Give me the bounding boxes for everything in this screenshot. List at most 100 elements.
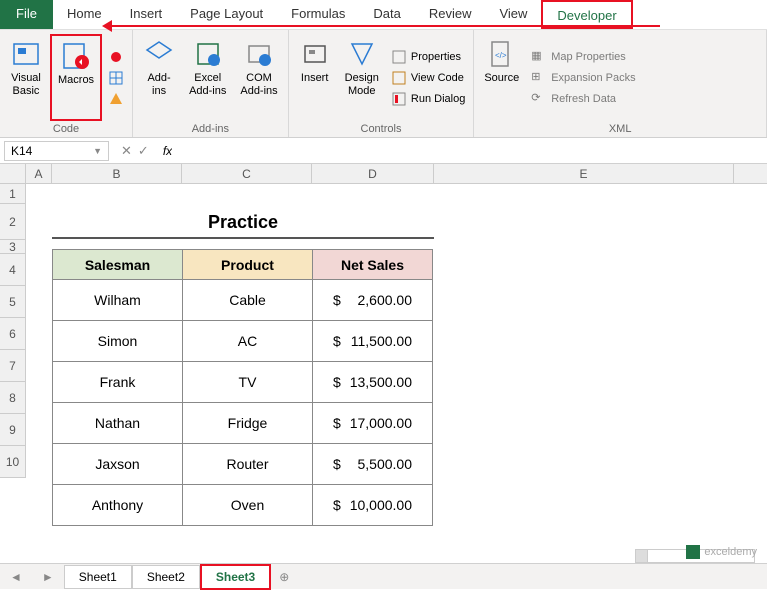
record-icon [108, 49, 124, 65]
refresh-data-button: ⟳Refresh Data [527, 89, 639, 109]
table-header-row: Salesman Product Net Sales [53, 250, 433, 280]
col-header-e[interactable]: E [434, 164, 734, 183]
col-header-b[interactable]: B [52, 164, 182, 183]
row-headers: 12345678910 [0, 184, 26, 478]
row-header-6[interactable]: 6 [0, 318, 26, 350]
view-code-button[interactable]: View Code [387, 68, 469, 88]
col-header-a[interactable]: A [26, 164, 52, 183]
sheet-tab-3[interactable]: Sheet3 [200, 564, 271, 590]
sheet-tab-1[interactable]: Sheet1 [64, 565, 132, 589]
tab-file[interactable]: File [0, 0, 53, 29]
header-product: Product [183, 250, 313, 280]
cell-product[interactable]: Fridge [183, 403, 313, 444]
addins-icon [143, 38, 175, 70]
expansion-packs-button[interactable]: ⊞Expansion Packs [527, 68, 639, 88]
design-mode-button[interactable]: Design Mode [339, 34, 385, 121]
insert-button[interactable]: Insert [293, 34, 337, 121]
macros-label: Macros [58, 74, 94, 87]
source-icon: </> [486, 38, 518, 70]
row-header-2[interactable]: 2 [0, 204, 26, 240]
macros-button[interactable]: Macros [50, 34, 102, 121]
row-header-7[interactable]: 7 [0, 350, 26, 382]
cell-product[interactable]: Oven [183, 485, 313, 526]
watermark: exceldemy [686, 545, 757, 559]
svg-text:</>: </> [495, 51, 507, 60]
code-small-buttons [104, 34, 128, 121]
com-addins-icon [243, 38, 275, 70]
properties-icon [391, 49, 407, 65]
table-row: WilhamCable$2,600.00 [53, 280, 433, 321]
row-header-5[interactable]: 5 [0, 286, 26, 318]
sheet-nav-prev[interactable]: ◄ [0, 570, 32, 584]
cells-area[interactable]: Practice Salesman Product Net Sales Wilh… [26, 184, 767, 478]
sheet-nav-next[interactable]: ► [32, 570, 64, 584]
com-addins-button[interactable]: COM Add-ins [234, 34, 283, 121]
macro-security-button[interactable] [104, 89, 128, 109]
cell-product[interactable]: Router [183, 444, 313, 485]
insert-controls-icon [299, 38, 331, 70]
cell-salesman[interactable]: Jaxson [53, 444, 183, 485]
excel-addins-label: Excel Add-ins [189, 72, 226, 98]
header-salesman: Salesman [53, 250, 183, 280]
cancel-formula-button[interactable]: ✕ [121, 143, 132, 159]
ribbon: Visual Basic Macros Code Add- ins Excel … [0, 30, 767, 138]
row-header-10[interactable]: 10 [0, 446, 26, 478]
table-row: NathanFridge$17,000.00 [53, 403, 433, 444]
select-all-corner[interactable] [0, 164, 26, 183]
cell-net-sales[interactable]: $13,500.00 [313, 362, 433, 403]
cell-net-sales[interactable]: $11,500.00 [313, 321, 433, 362]
cell-product[interactable]: Cable [183, 280, 313, 321]
cell-net-sales[interactable]: $17,000.00 [313, 403, 433, 444]
ribbon-group-controls: Insert Design Mode Properties View Code … [289, 30, 475, 137]
excel-addins-button[interactable]: Excel Add-ins [183, 34, 232, 121]
cell-salesman[interactable]: Simon [53, 321, 183, 362]
use-relative-button[interactable] [104, 68, 128, 88]
cell-salesman[interactable]: Anthony [53, 485, 183, 526]
map-properties-button: ▦Map Properties [527, 47, 639, 67]
grid-body: 12345678910 Practice Salesman Product Ne… [0, 184, 767, 478]
addins-button[interactable]: Add- ins [137, 34, 181, 121]
practice-table-wrap: Practice Salesman Product Net Sales Wilh… [52, 212, 434, 526]
com-addins-label: COM Add-ins [240, 72, 277, 98]
chevron-down-icon: ▼ [93, 146, 102, 156]
cell-salesman[interactable]: Frank [53, 362, 183, 403]
refresh-icon: ⟳ [531, 91, 547, 107]
col-header-c[interactable]: C [182, 164, 312, 183]
group-label-code: Code [4, 121, 128, 135]
insert-label: Insert [301, 72, 329, 85]
practice-title: Practice [52, 212, 434, 239]
formula-input[interactable] [172, 144, 767, 158]
accept-formula-button[interactable]: ✓ [138, 143, 149, 159]
source-label: Source [484, 72, 519, 85]
warning-icon [108, 91, 124, 107]
sheet-add-button[interactable]: ⊕ [271, 570, 297, 584]
row-header-8[interactable]: 8 [0, 382, 26, 414]
addins-label: Add- ins [147, 72, 170, 98]
name-box[interactable]: K14 ▼ [4, 141, 109, 161]
ribbon-group-addins: Add- ins Excel Add-ins COM Add-ins Add-i… [133, 30, 289, 137]
properties-button[interactable]: Properties [387, 47, 469, 67]
ribbon-group-xml: </> Source ▦Map Properties ⊞Expansion Pa… [474, 30, 767, 137]
cell-net-sales[interactable]: $5,500.00 [313, 444, 433, 485]
row-header-3[interactable]: 3 [0, 240, 26, 254]
sheet-tab-2[interactable]: Sheet2 [132, 565, 200, 589]
col-header-d[interactable]: D [312, 164, 434, 183]
ribbon-group-code: Visual Basic Macros Code [0, 30, 133, 137]
cell-salesman[interactable]: Nathan [53, 403, 183, 444]
row-header-4[interactable]: 4 [0, 254, 26, 286]
fx-icon[interactable]: fx [163, 144, 172, 158]
group-label-xml: XML [478, 121, 762, 135]
cell-salesman[interactable]: Wilham [53, 280, 183, 321]
cell-product[interactable]: TV [183, 362, 313, 403]
group-label-controls: Controls [293, 121, 470, 135]
source-button[interactable]: </> Source [478, 34, 525, 121]
cell-product[interactable]: AC [183, 321, 313, 362]
cell-net-sales[interactable]: $2,600.00 [313, 280, 433, 321]
expansion-packs-icon: ⊞ [531, 70, 547, 86]
visual-basic-button[interactable]: Visual Basic [4, 34, 48, 121]
run-dialog-button[interactable]: Run Dialog [387, 89, 469, 109]
row-header-9[interactable]: 9 [0, 414, 26, 446]
row-header-1[interactable]: 1 [0, 184, 26, 204]
record-macro-button[interactable] [104, 47, 128, 67]
cell-net-sales[interactable]: $10,000.00 [313, 485, 433, 526]
